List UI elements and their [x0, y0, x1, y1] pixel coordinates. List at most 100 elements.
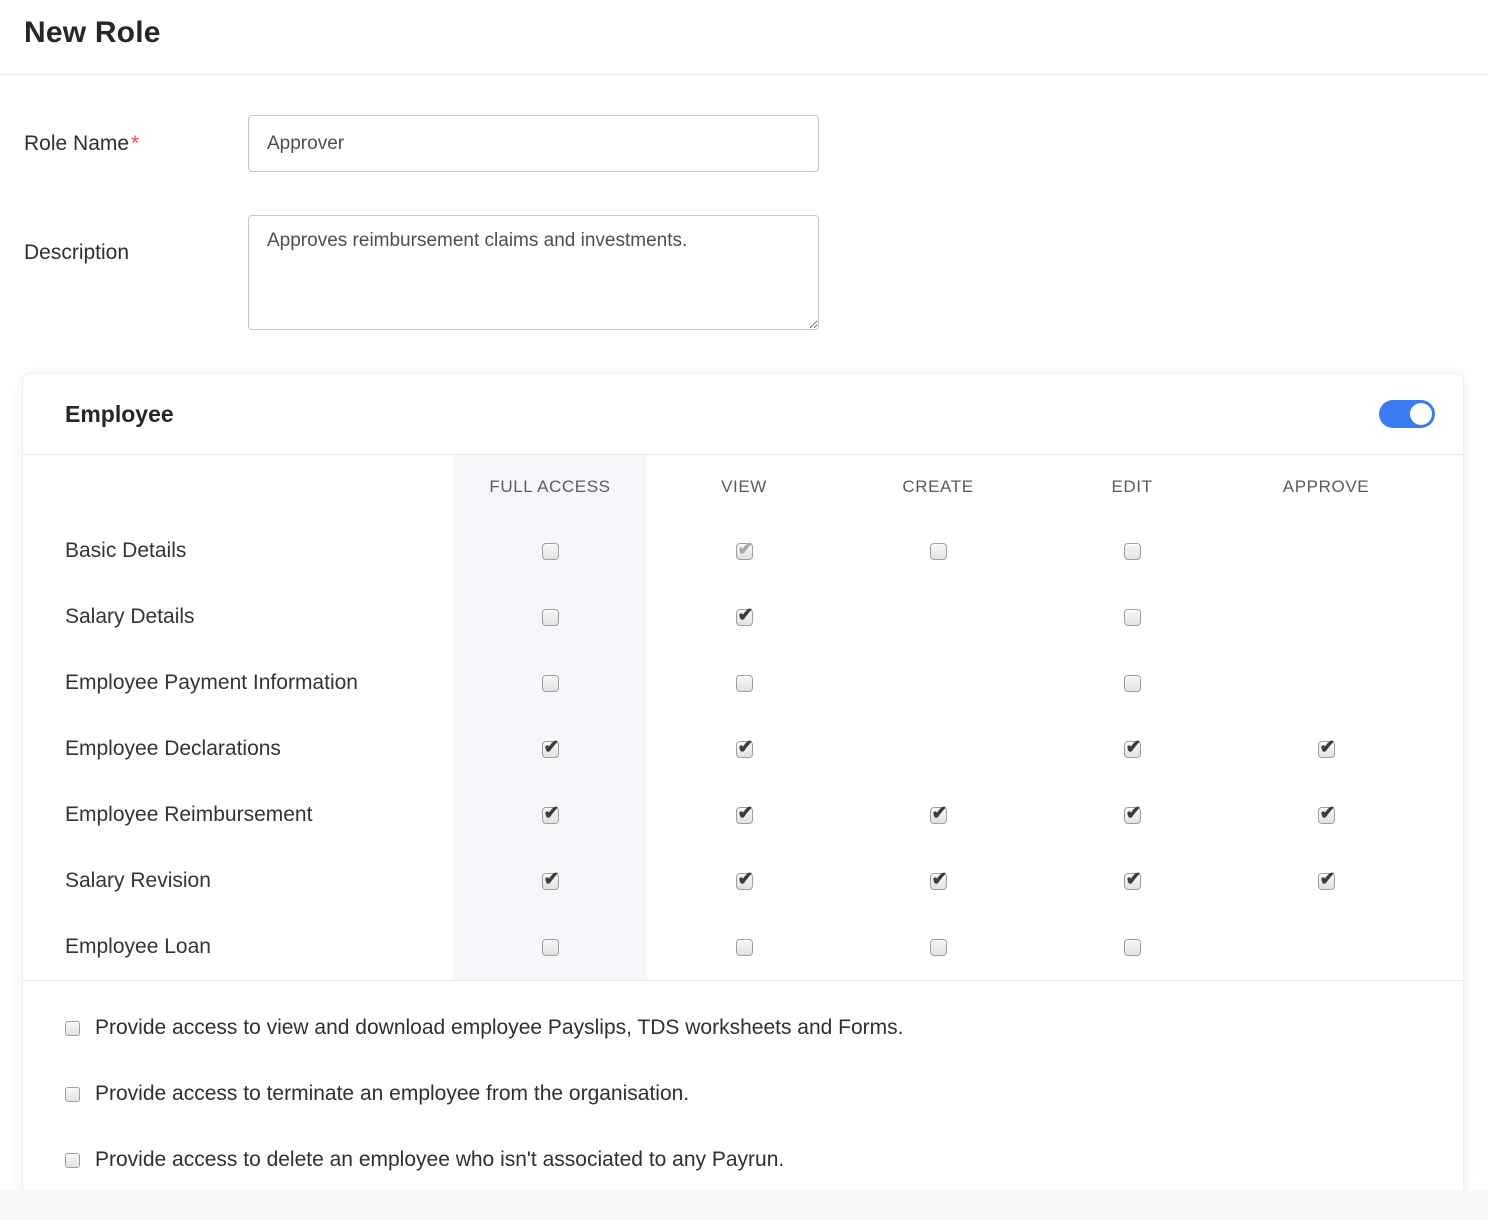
checkbox-employee-declarations-edit[interactable] [1124, 741, 1141, 758]
cell-employee-reimbursement-approve [1229, 782, 1423, 848]
module-toggle[interactable] [1379, 400, 1435, 428]
permission-label: Salary Revision [23, 848, 453, 914]
cell-employee-declarations-edit [1035, 716, 1229, 782]
cell-employee-payment-information-full-access [453, 650, 647, 716]
permission-label: Employee Declarations [23, 716, 453, 782]
option-row-3: Provide access to delete an employee who… [65, 1127, 1463, 1193]
option-checkbox-2[interactable] [65, 1087, 80, 1102]
checkbox-employee-declarations-approve[interactable] [1318, 741, 1335, 758]
checkbox-salary-details-edit[interactable] [1124, 609, 1141, 626]
checkbox-salary-revision-create[interactable] [930, 873, 947, 890]
employee-permissions-card: Employee FULL ACCESSVIEWCREATEEDITAPPROV… [22, 373, 1464, 1200]
cell-employee-declarations-create [841, 716, 1035, 782]
checkbox-salary-revision-edit[interactable] [1124, 873, 1141, 890]
toggle-knob [1410, 403, 1432, 425]
cell-employee-payment-information-create [841, 650, 1035, 716]
permission-row-salary-revision: Salary Revision [23, 848, 1463, 914]
checkbox-salary-revision-view[interactable] [736, 873, 753, 890]
role-name-row: Role Name* [0, 115, 1488, 172]
cell-employee-declarations-view [647, 716, 841, 782]
permissions-table-body: Basic DetailsSalary DetailsEmployee Paym… [23, 518, 1463, 981]
option-checkbox-1[interactable] [65, 1021, 80, 1036]
new-role-page: New Role Role Name* Description Approves… [0, 0, 1488, 1200]
cell-employee-payment-information-approve [1229, 650, 1423, 716]
card-header: Employee [23, 374, 1463, 455]
cell-salary-details-edit [1035, 584, 1229, 650]
checkbox-salary-details-full-access[interactable] [542, 609, 559, 626]
cell-salary-revision-view [647, 848, 841, 914]
permission-row-salary-details: Salary Details [23, 584, 1463, 650]
cell-employee-reimbursement-full-access [453, 782, 647, 848]
permission-label: Employee Loan [23, 914, 453, 980]
column-header-view: VIEW [647, 455, 841, 518]
checkbox-basic-details-edit[interactable] [1124, 543, 1141, 560]
page-background-strip [0, 1190, 1488, 1220]
extra-options: Provide access to view and download empl… [23, 981, 1463, 1199]
cell-salary-details-approve [1229, 584, 1423, 650]
role-form: Role Name* Description Approves reimburs… [0, 75, 1488, 330]
description-row: Description Approves reimbursement claim… [0, 215, 1488, 330]
column-header-spacer [23, 455, 453, 518]
permission-label: Employee Payment Information [23, 650, 453, 716]
cell-employee-payment-information-edit [1035, 650, 1229, 716]
cell-salary-details-full-access [453, 584, 647, 650]
column-header-full-access: FULL ACCESS [453, 455, 647, 518]
checkbox-employee-reimbursement-create[interactable] [930, 807, 947, 824]
permission-row-employee-loan: Employee Loan [23, 914, 1463, 980]
checkbox-employee-declarations-full-access[interactable] [542, 741, 559, 758]
option-row-1: Provide access to view and download empl… [65, 995, 1463, 1061]
cell-salary-revision-create [841, 848, 1035, 914]
checkbox-salary-revision-full-access[interactable] [542, 873, 559, 890]
permissions-table: FULL ACCESSVIEWCREATEEDITAPPROVE Basic D… [23, 455, 1463, 981]
checkbox-employee-reimbursement-full-access[interactable] [542, 807, 559, 824]
permission-row-basic-details: Basic Details [23, 518, 1463, 584]
description-input[interactable]: Approves reimbursement claims and invest… [248, 215, 819, 330]
cell-salary-revision-edit [1035, 848, 1229, 914]
checkbox-employee-reimbursement-view[interactable] [736, 807, 753, 824]
checkbox-employee-payment-information-view[interactable] [736, 675, 753, 692]
cell-employee-loan-view [647, 914, 841, 980]
checkbox-employee-loan-create[interactable] [930, 939, 947, 956]
checkbox-employee-loan-edit[interactable] [1124, 939, 1141, 956]
option-checkbox-3[interactable] [65, 1153, 80, 1168]
cell-employee-loan-full-access [453, 914, 647, 980]
column-header-create: CREATE [841, 455, 1035, 518]
checkbox-employee-reimbursement-edit[interactable] [1124, 807, 1141, 824]
permission-row-employee-reimbursement: Employee Reimbursement [23, 782, 1463, 848]
cell-salary-details-view [647, 584, 841, 650]
cell-employee-reimbursement-edit [1035, 782, 1229, 848]
option-label: Provide access to terminate an employee … [95, 1082, 689, 1106]
cell-employee-loan-create [841, 914, 1035, 980]
checkbox-employee-declarations-view[interactable] [736, 741, 753, 758]
required-asterisk: * [131, 132, 139, 155]
cell-basic-details-approve [1229, 518, 1423, 584]
checkbox-salary-revision-approve[interactable] [1318, 873, 1335, 890]
cell-basic-details-create [841, 518, 1035, 584]
description-label: Description [0, 215, 248, 265]
cell-basic-details-view [647, 518, 841, 584]
page-title: New Role [24, 16, 1464, 50]
checkbox-basic-details-full-access[interactable] [542, 543, 559, 560]
cell-basic-details-full-access [453, 518, 647, 584]
module-title: Employee [65, 401, 174, 428]
permissions-table-header: FULL ACCESSVIEWCREATEEDITAPPROVE [23, 455, 1463, 518]
permission-row-employee-declarations: Employee Declarations [23, 716, 1463, 782]
checkbox-employee-loan-view[interactable] [736, 939, 753, 956]
role-name-label: Role Name* [0, 132, 248, 156]
cell-employee-declarations-approve [1229, 716, 1423, 782]
cell-employee-declarations-full-access [453, 716, 647, 782]
checkbox-employee-reimbursement-approve[interactable] [1318, 807, 1335, 824]
cell-employee-loan-edit [1035, 914, 1229, 980]
cell-salary-details-create [841, 584, 1035, 650]
checkbox-employee-payment-information-edit[interactable] [1124, 675, 1141, 692]
option-label: Provide access to delete an employee who… [95, 1148, 784, 1172]
checkbox-basic-details-create[interactable] [930, 543, 947, 560]
checkbox-salary-details-view[interactable] [736, 609, 753, 626]
column-header-edit: EDIT [1035, 455, 1229, 518]
checkbox-employee-payment-information-full-access[interactable] [542, 675, 559, 692]
cell-basic-details-edit [1035, 518, 1229, 584]
role-name-input[interactable] [248, 115, 819, 172]
checkbox-basic-details-view[interactable] [736, 543, 753, 560]
checkbox-employee-loan-full-access[interactable] [542, 939, 559, 956]
cell-employee-payment-information-view [647, 650, 841, 716]
